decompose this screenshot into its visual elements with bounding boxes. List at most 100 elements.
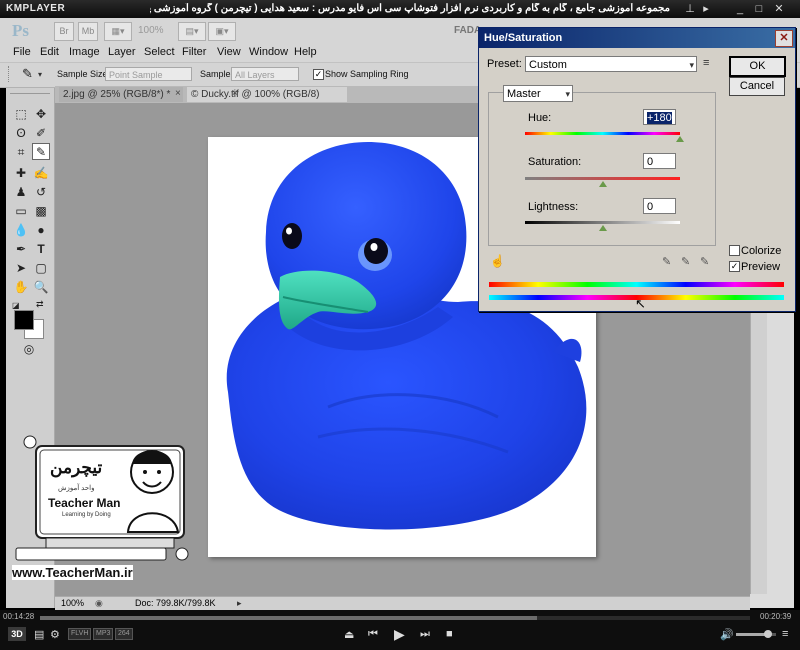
previous-icon[interactable]: ⏮ — [368, 628, 378, 641]
volume-thumb[interactable] — [764, 630, 772, 638]
marquee-tool-icon[interactable]: ⬚ — [12, 106, 30, 123]
sample-select[interactable]: All Layers — [231, 67, 299, 81]
eyedropper-plus-icon[interactable]: ✎ — [681, 255, 690, 268]
eyedropper-preset-icon[interactable]: ✎ — [22, 66, 33, 82]
preview-checkbox[interactable]: ✓ — [729, 261, 740, 272]
status-menu-arrow-icon[interactable]: ▸ — [237, 598, 242, 609]
crop-tool-icon[interactable]: ⌗ — [12, 144, 30, 161]
codec-badge: FLVH — [68, 628, 92, 640]
menu-view[interactable]: View — [217, 46, 241, 58]
dodge-tool-icon[interactable]: ● — [32, 222, 50, 239]
dialog-title-bar[interactable]: Hue/Saturation ✕ — [479, 28, 795, 48]
preset-select[interactable]: Custom ▾ — [525, 56, 697, 72]
saturation-input[interactable]: 0 — [643, 153, 676, 169]
colorize-checkbox[interactable] — [729, 245, 740, 256]
tab-2-jpg[interactable]: 2.jpg @ 25% (RGB/8*) * — [59, 87, 183, 102]
eject-icon[interactable]: ⏏ — [344, 628, 354, 641]
swap-colors-icon[interactable]: ⇄ — [36, 299, 44, 310]
history-brush-tool-icon[interactable]: ↺ — [32, 184, 50, 201]
seek-bar[interactable] — [40, 616, 750, 620]
sample-size-select[interactable]: Point Sample — [105, 67, 192, 81]
eyedropper-icon[interactable]: ✎ — [662, 255, 671, 268]
default-colors-icon[interactable]: ◪ — [12, 301, 20, 310]
type-tool-icon[interactable]: T — [32, 241, 50, 258]
gradient-tool-icon[interactable]: ▩ — [32, 203, 50, 220]
volume-icon[interactable]: 🔊 — [720, 628, 734, 641]
mouse-cursor-icon: ↖ — [635, 296, 646, 311]
zoom-level-field[interactable]: 100% — [138, 23, 176, 38]
teacherman-watermark: تیچرمن واحد آموزش Teacher Man Learning b… — [10, 432, 198, 582]
hand-tool-icon[interactable]: ✋ — [12, 279, 30, 296]
zoom-tool-icon[interactable]: 🔍 — [32, 279, 50, 296]
hue-slider-thumb[interactable] — [676, 136, 684, 142]
status-zoom[interactable]: 100% — [61, 598, 84, 608]
menu-image[interactable]: Image — [69, 46, 100, 58]
pen-tool-icon[interactable]: ✒ — [12, 241, 30, 258]
lightness-slider-thumb[interactable] — [598, 225, 607, 231]
total-time: 00:20:39 — [760, 612, 792, 621]
preset-value: Custom — [529, 59, 567, 71]
healing-brush-tool-icon[interactable]: ✚ — [12, 165, 30, 182]
lasso-tool-icon[interactable]: ʘ — [12, 125, 30, 142]
bridge-button[interactable]: Br — [54, 22, 74, 41]
quick-mask-icon[interactable]: ◎ — [20, 341, 38, 358]
saturation-slider[interactable] — [525, 177, 680, 180]
lightness-slider[interactable] — [525, 221, 680, 224]
channel-select[interactable]: Master ▾ — [503, 85, 573, 102]
menu-file[interactable]: File — [13, 46, 31, 58]
eraser-tool-icon[interactable]: ▭ — [12, 203, 30, 220]
minimize-icon[interactable]: _ — [733, 2, 747, 16]
quick-select-tool-icon[interactable]: ✐ — [32, 125, 50, 142]
hue-slider[interactable] — [525, 132, 680, 135]
targeted-adjustment-icon[interactable]: ☝ — [490, 254, 505, 268]
blur-tool-icon[interactable]: 💧 — [12, 222, 30, 239]
tab-close-icon[interactable]: × — [175, 88, 181, 99]
tab-ducky-tif[interactable]: © Ducky.tif @ 100% (RGB/8) — [187, 87, 347, 102]
arrange-documents-button[interactable]: ▤▾ — [178, 22, 206, 41]
dialog-title: Hue/Saturation — [484, 32, 563, 44]
stop-icon[interactable]: ■ — [446, 628, 453, 640]
menu-edit[interactable]: Edit — [40, 46, 59, 58]
play-icon[interactable]: ▶ — [394, 626, 405, 643]
status-icon[interactable]: ◉ — [95, 598, 103, 609]
eyedropper-tool-icon[interactable]: ✎ — [32, 143, 50, 160]
show-sampling-ring-checkbox[interactable]: ✓ — [313, 69, 324, 80]
preset-options-icon[interactable]: ≡ — [703, 57, 709, 69]
playlist-icon[interactable]: ▤ — [34, 628, 44, 641]
foreground-color-swatch[interactable] — [14, 310, 34, 330]
view-extras-button[interactable]: ▦▾ — [104, 22, 132, 41]
player-title-bar: KMPLAYER مجموعه آموزشی جامع ، گام به گام… — [0, 0, 800, 18]
menu-layer[interactable]: Layer — [108, 46, 136, 58]
eyedropper-minus-icon[interactable]: ✎ — [700, 255, 709, 268]
menu-filter[interactable]: Filter — [182, 46, 206, 58]
menu-icon[interactable]: ≡ — [782, 628, 788, 640]
ok-button[interactable]: OK — [729, 56, 786, 77]
volume-slider[interactable] — [736, 630, 776, 638]
move-tool-icon[interactable]: ✥ — [32, 106, 50, 123]
3d-mode-button[interactable]: 3D — [8, 627, 26, 641]
skin-icon[interactable]: ▸ — [699, 2, 713, 16]
lightness-input[interactable]: 0 — [643, 198, 676, 214]
menu-window[interactable]: Window — [249, 46, 288, 58]
hue-input[interactable]: +180 — [643, 109, 676, 125]
shape-tool-icon[interactable]: ▢ — [32, 260, 50, 277]
settings-icon[interactable]: ⚙ — [50, 628, 60, 641]
clone-stamp-tool-icon[interactable]: ♟ — [12, 184, 30, 201]
menu-help[interactable]: Help — [294, 46, 317, 58]
cancel-button[interactable]: Cancel — [729, 77, 785, 96]
path-selection-tool-icon[interactable]: ➤ — [12, 260, 30, 277]
codec-badge: MP3 — [93, 628, 114, 640]
brush-tool-icon[interactable]: ✍ — [32, 165, 50, 182]
maximize-icon[interactable]: □ — [752, 2, 766, 16]
menu-select[interactable]: Select — [144, 46, 175, 58]
close-icon[interactable]: ✕ — [772, 2, 786, 16]
screen-mode-button[interactable]: ▣▾ — [208, 22, 236, 41]
tool-preset-dropdown-icon[interactable]: ▾ — [38, 70, 42, 79]
dialog-close-button[interactable]: ✕ — [775, 30, 793, 47]
saturation-slider-thumb[interactable] — [598, 181, 607, 187]
next-icon[interactable]: ⏭ — [420, 628, 430, 641]
pin-icon[interactable]: ⊥ — [683, 2, 697, 16]
saturation-label: Saturation: — [528, 156, 582, 168]
tab-close-icon[interactable]: × — [232, 88, 238, 99]
mini-bridge-button[interactable]: Mb — [78, 22, 98, 41]
